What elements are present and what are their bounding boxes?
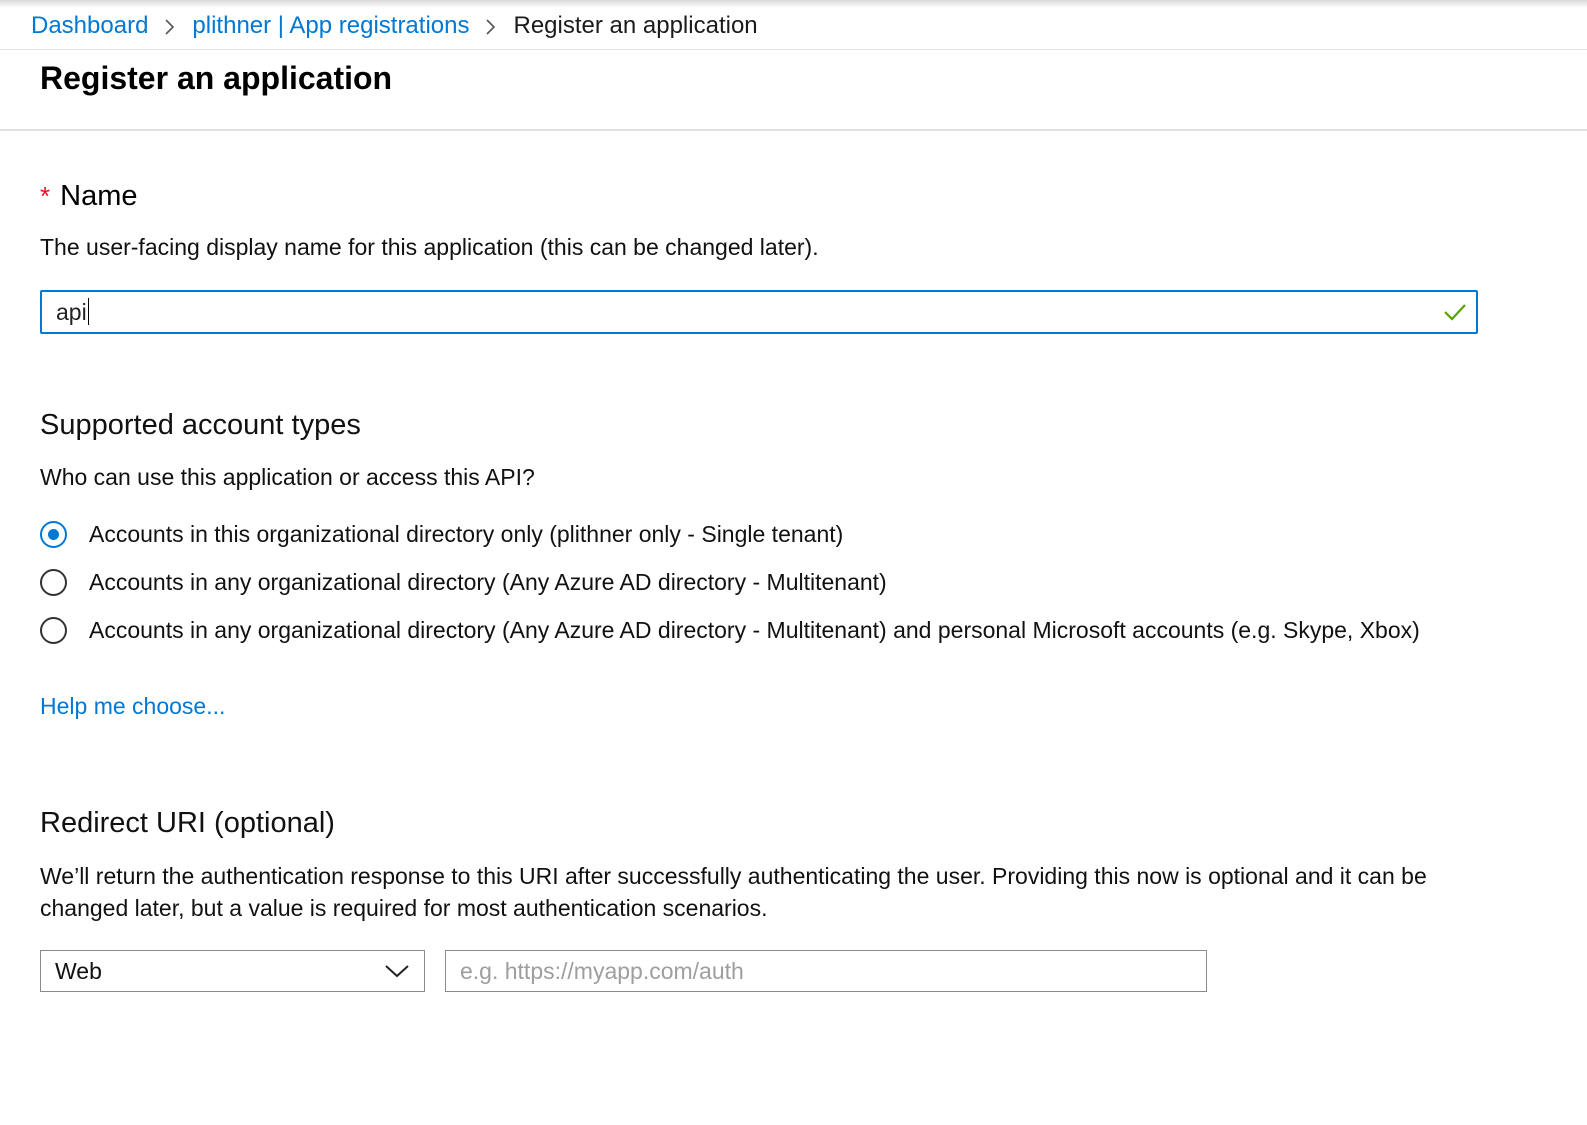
required-marker: * — [40, 181, 51, 211]
chevron-right-icon — [165, 19, 175, 35]
name-input[interactable]: api — [40, 290, 1478, 334]
radio-selected[interactable] — [40, 521, 67, 548]
radio-unselected[interactable] — [40, 617, 67, 644]
header-divider — [0, 49, 1587, 50]
name-description: The user-facing display name for this ap… — [40, 234, 819, 260]
account-type-option-multitenant[interactable]: Accounts in any organizational directory… — [40, 569, 887, 596]
chevron-right-icon — [486, 19, 496, 35]
chevron-down-icon — [385, 965, 409, 978]
account-types-question: Who can use this application or access t… — [40, 464, 535, 490]
radio-label: Accounts in this organizational director… — [89, 521, 844, 547]
redirect-uri-input[interactable]: e.g. https://myapp.com/auth — [445, 950, 1207, 992]
breadcrumb-dashboard-link[interactable]: Dashboard — [31, 12, 148, 40]
name-input-value[interactable]: api — [56, 298, 89, 326]
text-caret — [87, 298, 89, 325]
redirect-uri-placeholder: e.g. https://myapp.com/auth — [460, 958, 744, 984]
page-title: Register an application — [40, 60, 393, 96]
account-types-heading: Supported account types — [40, 409, 361, 441]
breadcrumb-app-registrations-link[interactable]: plithner | App registrations — [192, 12, 469, 40]
checkmark-icon — [1444, 304, 1466, 321]
radio-unselected[interactable] — [40, 569, 67, 596]
help-me-choose-link[interactable]: Help me choose... — [40, 693, 225, 720]
radio-label: Accounts in any organizational directory… — [89, 617, 1420, 643]
platform-select[interactable]: Web — [40, 950, 425, 992]
title-divider — [0, 129, 1587, 131]
name-input-text: api — [56, 299, 87, 325]
breadcrumb-current: Register an application — [513, 12, 758, 39]
breadcrumb: Dashboard plithner | App registrations R… — [31, 11, 758, 41]
top-shadow — [0, 0, 1587, 8]
radio-label: Accounts in any organizational directory… — [89, 569, 887, 595]
account-type-option-single-tenant[interactable]: Accounts in this organizational director… — [40, 521, 843, 548]
platform-select-value: Web — [55, 958, 102, 984]
redirect-uri-heading: Redirect URI (optional) — [40, 807, 335, 839]
redirect-uri-description: We’ll return the authentication response… — [40, 863, 1427, 921]
account-type-option-multitenant-personal[interactable]: Accounts in any organizational directory… — [40, 617, 1420, 644]
name-label: * Name — [40, 180, 137, 213]
name-label-text: Name — [60, 180, 138, 212]
